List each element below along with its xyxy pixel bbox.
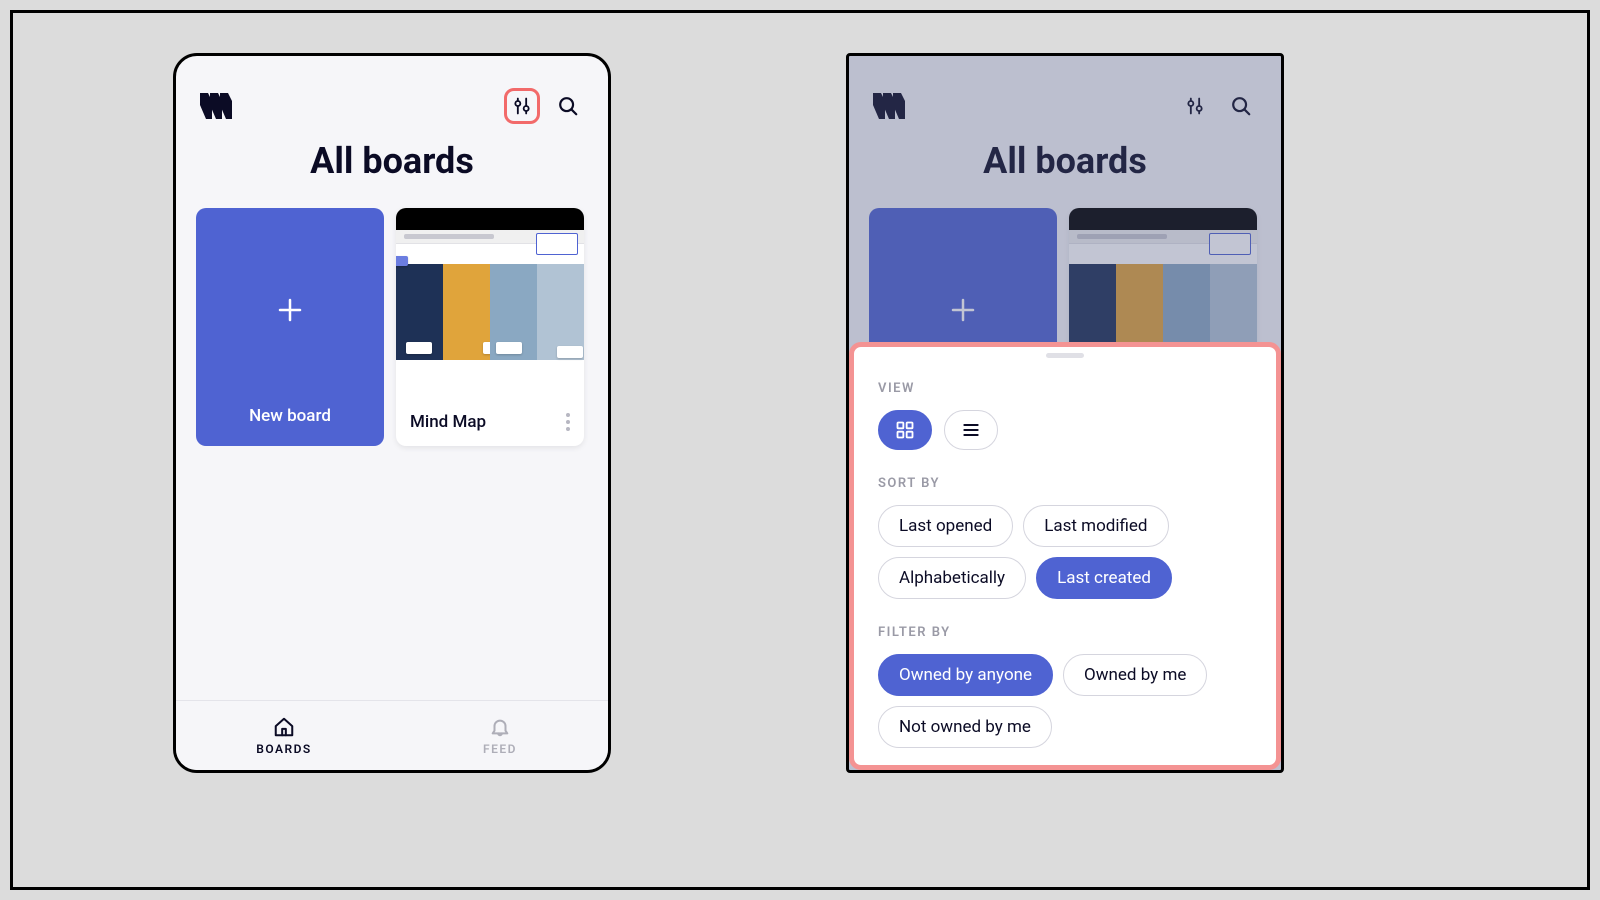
- bell-icon: [489, 716, 511, 738]
- section-label-filter: FILTER BY: [878, 625, 1252, 640]
- search-icon[interactable]: [1223, 88, 1259, 124]
- grid-icon: [895, 420, 915, 440]
- plus-icon: [948, 292, 978, 332]
- sort-alphabetically[interactable]: Alphabetically: [878, 557, 1026, 599]
- phone-mock-left: All boards New board: [173, 53, 611, 773]
- board-card[interactable]: Mind Map: [396, 208, 584, 446]
- kebab-menu-icon[interactable]: [566, 413, 570, 431]
- nav-boards[interactable]: BOARDS: [176, 701, 392, 770]
- sheet-grabber[interactable]: [1046, 353, 1084, 358]
- filter-owned-anyone[interactable]: Owned by anyone: [878, 654, 1053, 696]
- app-header: [849, 56, 1281, 134]
- board-name: Mind Map: [410, 412, 486, 432]
- bottom-nav: BOARDS FEED: [176, 700, 608, 770]
- section-label-sort: SORT BY: [878, 476, 1252, 491]
- page-title: All boards: [176, 140, 608, 182]
- page-title: All boards: [849, 140, 1281, 182]
- view-grid-button[interactable]: [878, 410, 932, 450]
- outer-frame: All boards New board: [10, 10, 1590, 890]
- nav-label: BOARDS: [256, 742, 312, 756]
- list-icon: [961, 420, 981, 440]
- sort-last-created[interactable]: Last created: [1036, 557, 1172, 599]
- home-icon: [272, 716, 296, 738]
- section-label-view: VIEW: [878, 381, 1252, 396]
- view-list-button[interactable]: [944, 410, 998, 450]
- sort-last-modified[interactable]: Last modified: [1023, 505, 1168, 547]
- nav-label: FEED: [483, 742, 517, 756]
- sort-last-opened[interactable]: Last opened: [878, 505, 1013, 547]
- filter-sliders-icon[interactable]: [504, 88, 540, 124]
- new-board-button[interactable]: New board: [196, 208, 384, 446]
- board-thumbnail: [396, 208, 584, 398]
- miro-logo-icon: [198, 93, 232, 119]
- filter-not-owned-me[interactable]: Not owned by me: [878, 706, 1052, 748]
- filter-options: Owned by anyone Owned by me Not owned by…: [878, 654, 1252, 748]
- plus-icon: [275, 292, 305, 332]
- filter-owned-me[interactable]: Owned by me: [1063, 654, 1207, 696]
- nav-feed[interactable]: FEED: [392, 701, 608, 770]
- new-board-label: New board: [249, 406, 331, 426]
- miro-logo-icon: [871, 93, 905, 119]
- phone-mock-right: All boards: [846, 53, 1284, 773]
- filter-sheet: VIEW SORT BY Last opened Last modified A…: [849, 342, 1281, 770]
- filter-sliders-icon[interactable]: [1177, 88, 1213, 124]
- search-icon[interactable]: [550, 88, 586, 124]
- app-header: [176, 56, 608, 134]
- board-grid: New board: [176, 208, 608, 446]
- sort-options: Last opened Last modified Alphabetically…: [878, 505, 1252, 599]
